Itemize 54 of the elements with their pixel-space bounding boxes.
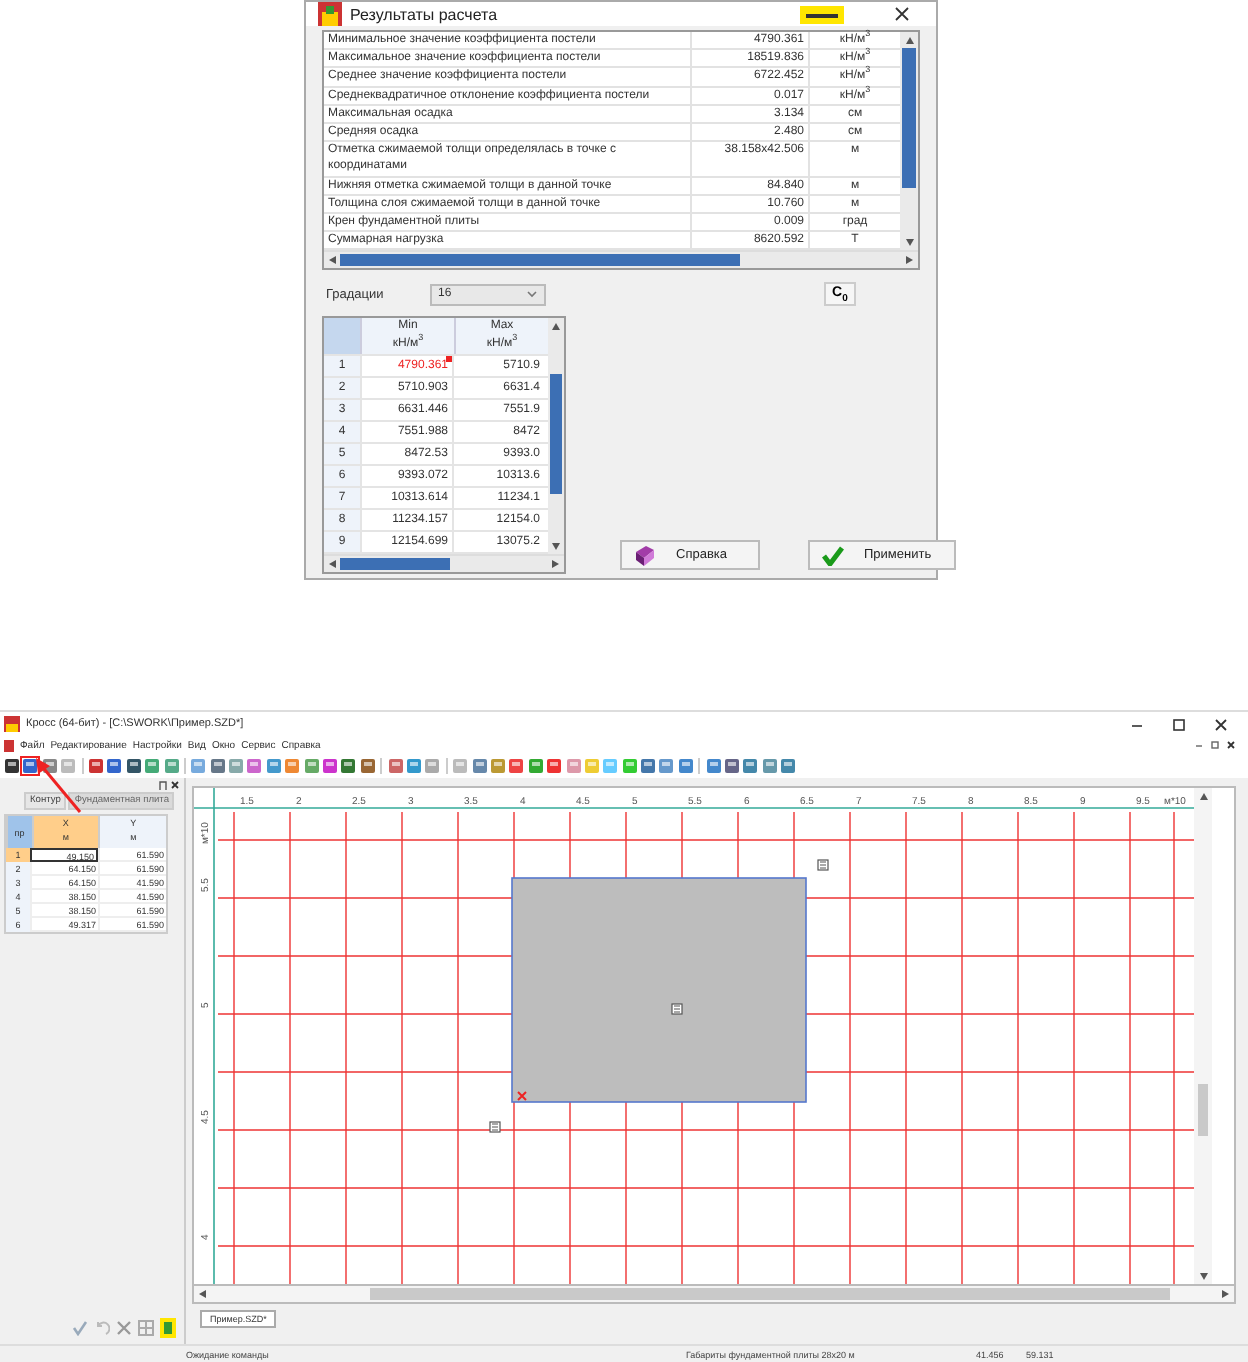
scrollbar[interactable] [324, 554, 564, 573]
scroll-thumb[interactable] [370, 1288, 1170, 1300]
document-icon [4, 739, 14, 751]
corner-cell [324, 318, 360, 355]
check-icon[interactable] [72, 1320, 88, 1336]
arrow-up-icon[interactable] [550, 320, 562, 333]
scroll-thumb[interactable] [340, 558, 450, 571]
arrow-left-icon[interactable] [326, 254, 338, 267]
cross-icon[interactable] [116, 1320, 132, 1336]
node-marker-icon [489, 1121, 501, 1133]
node-marker-icon [817, 859, 829, 871]
window-title: Результаты расчета [350, 5, 500, 23]
tool-icon[interactable] [724, 758, 741, 774]
arrow-right-icon[interactable] [1220, 1288, 1232, 1300]
tool-icon[interactable] [125, 758, 142, 774]
scrollbar[interactable] [192, 1286, 1236, 1304]
pin-icon[interactable] [158, 780, 168, 790]
arrow-down-icon[interactable] [903, 236, 915, 249]
scroll-thumb[interactable] [1198, 1084, 1208, 1136]
check-icon [822, 545, 844, 566]
app-icon [318, 2, 342, 26]
arrow-down-icon[interactable] [550, 540, 562, 553]
arrow-up-icon[interactable] [1197, 790, 1209, 802]
node-marker-icon [671, 1003, 683, 1015]
scrollbar[interactable] [548, 318, 564, 555]
scrollbar[interactable] [900, 32, 918, 251]
scroll-thumb[interactable] [340, 254, 740, 267]
arrow-left-icon[interactable] [326, 558, 338, 571]
close-icon[interactable] [1226, 740, 1236, 750]
tool-icon[interactable] [22, 758, 39, 774]
arrow-right-icon[interactable] [904, 254, 916, 267]
grid-icon[interactable] [160, 1318, 176, 1338]
maximize-icon[interactable] [1172, 717, 1186, 731]
app-icon [4, 716, 20, 732]
table-icon[interactable] [138, 1320, 154, 1336]
tool-icon[interactable] [340, 758, 357, 774]
cross-marker-icon [517, 1091, 527, 1101]
close-icon[interactable] [170, 780, 180, 790]
arrow-left-icon[interactable] [196, 1288, 208, 1300]
scroll-thumb[interactable] [902, 48, 916, 188]
book-icon [634, 545, 656, 566]
restore-icon[interactable] [1210, 740, 1220, 750]
scrollbar[interactable] [324, 250, 918, 269]
logo-icon [800, 5, 844, 23]
minimize-icon[interactable] [1194, 740, 1204, 750]
tool-icon[interactable] [4, 758, 20, 774]
arrow-up-icon[interactable] [903, 34, 915, 46]
tool-icon[interactable] [106, 758, 123, 774]
scrollbar[interactable] [1194, 788, 1212, 1284]
caret-icon [526, 290, 538, 299]
arrow-down-icon[interactable] [1197, 1270, 1209, 1282]
scroll-thumb[interactable] [550, 374, 562, 495]
arrow-right-icon[interactable] [550, 558, 562, 571]
close-icon[interactable] [1214, 717, 1228, 731]
